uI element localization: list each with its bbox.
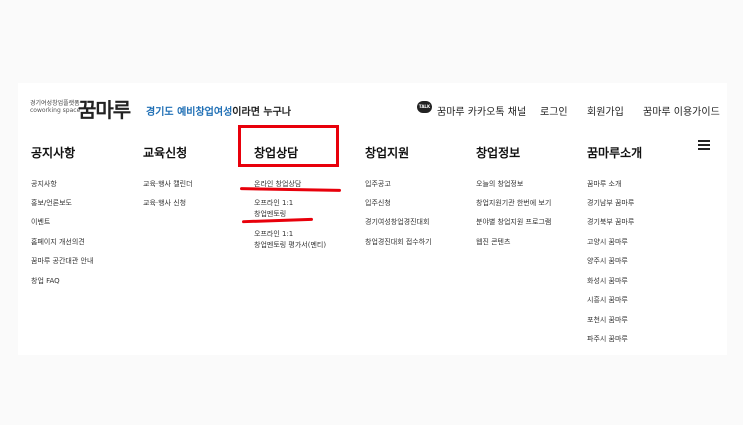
submenu-item[interactable]: 양주시 꿈마루: [587, 256, 628, 266]
submenu-item[interactable]: 공지사항: [31, 179, 57, 189]
submenu-item[interactable]: 교육·행사 신청: [143, 198, 186, 208]
submenu-item[interactable]: 꿈마루 공간대관 안내: [31, 256, 93, 266]
submenu-mentoring[interactable]: 창업멘토링: [254, 209, 286, 219]
submenu-item[interactable]: 입주공고: [365, 179, 391, 189]
site-logo[interactable]: 경기여성창업플랫폼 coworking space 꿈마루: [30, 98, 140, 122]
submenu-item[interactable]: 교육·행사 캘린더: [143, 179, 193, 189]
hamburger-menu-icon[interactable]: [698, 140, 710, 150]
signup-link[interactable]: 회원가입: [587, 103, 624, 118]
nav-support[interactable]: 창업지원: [365, 144, 409, 161]
submenu-item[interactable]: 경기여성창업경진대회: [365, 217, 429, 227]
submenu-item[interactable]: 창업지원기관 한번에 보기: [476, 198, 551, 208]
submenu-item[interactable]: 창업 FAQ: [31, 276, 60, 286]
submenu-item[interactable]: 웹진 콘텐츠: [476, 237, 510, 247]
submenu-item[interactable]: 홍보/언론보도: [31, 198, 72, 208]
submenu-item[interactable]: 오프라인 1:1: [254, 229, 293, 239]
submenu-item[interactable]: 오프라인 1:1: [254, 198, 293, 208]
submenu-item[interactable]: 홈페이지 개선의견: [31, 237, 85, 247]
submenu-item[interactable]: 이벤트: [31, 217, 50, 227]
submenu-item[interactable]: 포천시 꿈마루: [587, 315, 628, 325]
nav-about[interactable]: 꿈마루소개: [587, 144, 642, 161]
submenu-item[interactable]: 분야별 창업지원 프로그램: [476, 217, 551, 227]
submenu-item[interactable]: 입주신청: [365, 198, 391, 208]
nav-info[interactable]: 창업정보: [476, 144, 520, 161]
logo-subtitle: 경기여성창업플랫폼 coworking space: [30, 100, 81, 114]
nav-education[interactable]: 교육신청: [143, 144, 187, 161]
nav-notice[interactable]: 공지사항: [31, 144, 75, 161]
submenu-item[interactable]: 시흥시 꿈마루: [587, 295, 628, 305]
login-link[interactable]: 로그인: [540, 103, 568, 118]
submenu-item[interactable]: 고양시 꿈마루: [587, 237, 628, 247]
kakao-channel-link[interactable]: 꿈마루 카카오톡 채널: [437, 103, 526, 118]
submenu-item[interactable]: 창업경진대회 접수하기: [365, 237, 432, 247]
submenu-item[interactable]: 화성시 꿈마루: [587, 276, 628, 286]
submenu-item[interactable]: 창업멘토링 평가서(멘티): [254, 240, 326, 250]
submenu-item[interactable]: 파주시 꿈마루: [587, 334, 628, 344]
kakaotalk-icon[interactable]: TALK: [417, 101, 432, 113]
slogan: 경기도 예비창업여성이라면 누구나: [146, 107, 291, 118]
submenu-item[interactable]: 경기북부 꿈마루: [587, 217, 634, 227]
submenu-item[interactable]: 오늘의 창업정보: [476, 179, 523, 189]
submenu-item[interactable]: 꿈마루 소개: [587, 179, 621, 189]
logo-wordmark: 꿈마루: [78, 98, 131, 122]
submenu-item[interactable]: 경기남부 꿈마루: [587, 198, 634, 208]
annotation-highlight-box: [238, 125, 339, 167]
guide-link[interactable]: 꿈마루 이용가이드: [643, 103, 720, 118]
